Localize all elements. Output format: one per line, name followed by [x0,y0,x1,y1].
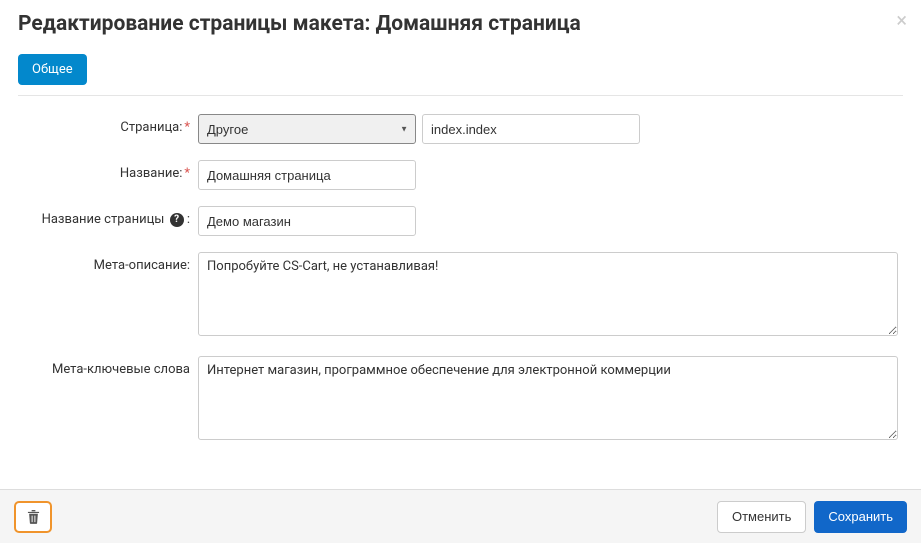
tab-general[interactable]: Общее [18,54,87,85]
row-meta-keywords: Мета-ключевые слова Интернет магазин, пр… [18,356,903,440]
meta-desc-textarea[interactable]: Попробуйте CS-Cart, не устанавливая! [198,252,898,336]
close-icon[interactable]: × [896,10,907,30]
row-page-title: Название страницы ? : [18,206,903,236]
page-select-wrapper: Другое [198,114,416,144]
save-button[interactable]: Сохранить [814,501,907,533]
dispatch-input[interactable] [422,114,640,144]
cancel-button[interactable]: Отменить [717,501,806,533]
page-title-input[interactable] [198,206,416,236]
delete-button[interactable] [14,501,52,533]
label-meta-keywords: Мета-ключевые слова [18,356,198,377]
label-name: Название:* [18,160,198,181]
modal-body: Общее Страница:* Другое Название:* Назва… [0,54,921,492]
modal-footer: Отменить Сохранить [0,489,921,543]
meta-keywords-textarea[interactable]: Интернет магазин, программное обеспечени… [198,356,898,440]
tabs-container: Общее [18,54,903,96]
label-page: Страница:* [18,114,198,135]
modal-title: Редактирование страницы макета: Домашняя… [18,12,903,36]
help-icon[interactable]: ? [170,213,184,227]
required-mark: * [184,120,190,135]
trash-icon [27,509,40,524]
name-input[interactable] [198,160,416,190]
page-select[interactable]: Другое [198,114,416,144]
modal-header: Редактирование страницы макета: Домашняя… [0,0,921,54]
row-name: Название:* [18,160,903,190]
label-page-title: Название страницы ? : [18,206,198,227]
row-meta-desc: Мета-описание: Попробуйте CS-Cart, не ус… [18,252,903,336]
label-meta-desc: Мета-описание: [18,252,198,273]
row-page: Страница:* Другое [18,114,903,144]
required-mark: * [184,166,190,181]
